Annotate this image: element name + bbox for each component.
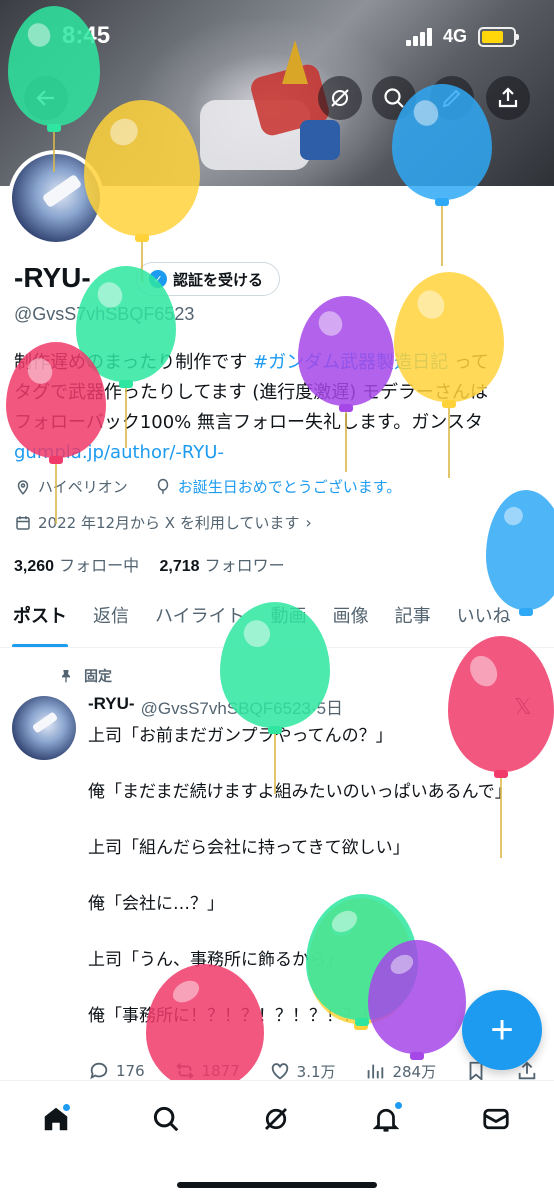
- network-type: 4G: [443, 26, 468, 46]
- notification-dot: [62, 1103, 71, 1112]
- grok-button[interactable]: [318, 76, 362, 120]
- grok-icon: [331, 89, 349, 107]
- nav-search[interactable]: [146, 1099, 186, 1139]
- tweet-author-name[interactable]: -RYU-: [88, 694, 135, 719]
- plus-icon: +: [490, 1007, 514, 1052]
- following-label: フォロー中: [59, 556, 140, 575]
- chevron-right-icon: ›: [305, 513, 312, 532]
- pinned-label-text: 固定: [84, 669, 112, 685]
- balloon-decoration: [220, 602, 330, 798]
- following-count: 3,260: [14, 558, 55, 575]
- heart-icon: [271, 1063, 288, 1080]
- reply-button[interactable]: 176: [88, 1060, 145, 1082]
- tab-posts[interactable]: ポスト: [0, 592, 80, 647]
- tweet-avatar[interactable]: [12, 696, 76, 760]
- home-indicator: [177, 1182, 377, 1188]
- reply-icon: [90, 1062, 108, 1080]
- birthday-link[interactable]: お誕生日おめでとうございます。: [178, 476, 402, 497]
- balloon-decoration: [368, 940, 466, 1064]
- pinned-label: 固定: [58, 666, 112, 686]
- balloon-decoration: [486, 490, 554, 620]
- nav-notifications[interactable]: [366, 1099, 406, 1139]
- nav-home[interactable]: [36, 1099, 76, 1139]
- followers-count: 2,718: [159, 558, 200, 575]
- like-button[interactable]: 3.1万: [269, 1060, 336, 1082]
- battery-icon: [478, 27, 519, 47]
- following-link[interactable]: 3,260 フォロー中: [14, 556, 139, 575]
- compose-post-button[interactable]: +: [462, 990, 542, 1070]
- balloon-decoration: [392, 84, 492, 270]
- balloon-decoration: [394, 272, 504, 482]
- reply-count: 176: [116, 1062, 145, 1080]
- share-button[interactable]: [486, 76, 530, 120]
- follow-stats: 3,260 フォロー中 2,718 フォロワー: [14, 552, 285, 576]
- signal-icon: [406, 28, 434, 46]
- followers-link[interactable]: 2,718 フォロワー: [160, 556, 285, 575]
- nav-grok[interactable]: [256, 1099, 296, 1139]
- pin-icon: [62, 670, 70, 683]
- banner-figure-blue-part: [300, 120, 340, 160]
- mail-icon: [483, 1108, 509, 1130]
- nav-messages[interactable]: [476, 1099, 516, 1139]
- like-count: 3.1万: [296, 1062, 336, 1081]
- notification-dot: [394, 1101, 403, 1110]
- followers-label: フォロワー: [204, 556, 285, 575]
- tab-replies[interactable]: 返信: [80, 592, 142, 647]
- grok-icon: [265, 1108, 287, 1130]
- balloon-decoration: [6, 342, 106, 528]
- share-icon: [498, 87, 518, 108]
- search-icon: [153, 1106, 179, 1132]
- balloon-decoration: [298, 296, 394, 476]
- balloon-decoration: [448, 636, 554, 862]
- balloon-decoration: [84, 100, 200, 286]
- balloon-icon: [157, 478, 168, 494]
- tab-articles[interactable]: 記事: [382, 592, 444, 647]
